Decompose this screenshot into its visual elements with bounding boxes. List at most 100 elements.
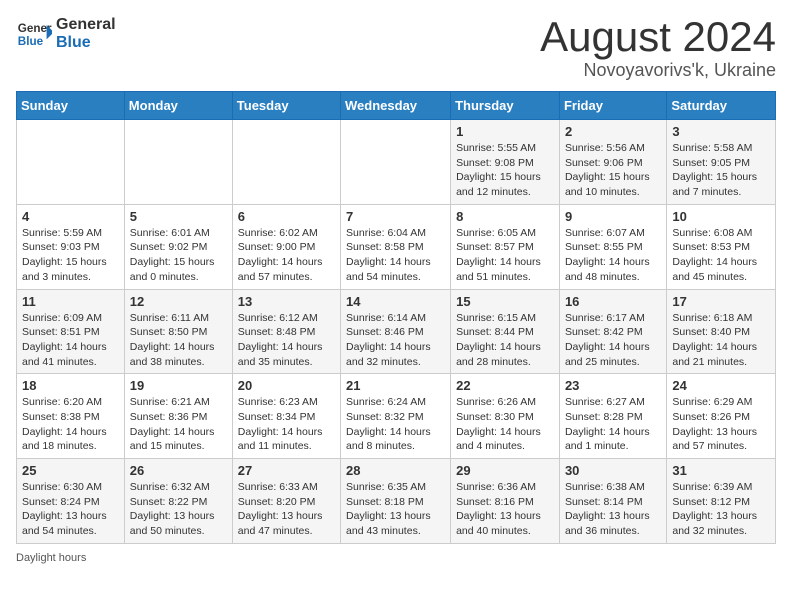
svg-text:Blue: Blue — [18, 35, 44, 48]
day-number: 3 — [672, 124, 770, 139]
table-row: 29 Sunrise: 6:36 AMSunset: 8:16 PMDayligh… — [451, 459, 560, 544]
day-info: Sunrise: 6:20 AMSunset: 8:38 PMDaylight:… — [22, 395, 119, 454]
day-number: 26 — [130, 463, 227, 478]
day-number: 30 — [565, 463, 661, 478]
table-row: 1 Sunrise: 5:55 AMSunset: 9:08 PMDaylight… — [451, 120, 560, 205]
day-number: 24 — [672, 378, 770, 393]
day-number: 16 — [565, 294, 661, 309]
table-row: 17 Sunrise: 6:18 AMSunset: 8:40 PMDayligh… — [667, 289, 776, 374]
table-row: 2Sunrise: 5:56 AMSunset: 9:06 PMDaylight… — [559, 120, 666, 205]
table-row: 25 Sunrise: 6:30 AMSunset: 8:24 PMDayligh… — [17, 459, 125, 544]
day-number: 5 — [130, 209, 227, 224]
table-row: 31Sunrise: 6:39 AMSunset: 8:12 PMDayligh… — [667, 459, 776, 544]
table-row: 20 Sunrise: 6:23 AMSunset: 8:34 PMDayligh… — [232, 374, 340, 459]
day-number: 20 — [238, 378, 335, 393]
day-info: Sunrise: 5:59 AMSunset: 9:03 PMDaylight:… — [22, 226, 119, 285]
logo-icon: General Blue — [16, 16, 52, 52]
day-info: Sunrise: 6:29 AMSunset: 8:26 PMDaylight:… — [672, 395, 770, 454]
page-header: General Blue General Blue August 2024 No… — [16, 16, 776, 81]
day-number: 1 — [456, 124, 554, 139]
calendar-week-2: 4Sunrise: 5:59 AMSunset: 9:03 PMDaylight… — [17, 204, 776, 289]
weekday-header-row: SundayMondayTuesdayWednesdayThursdayFrid… — [17, 92, 776, 120]
calendar-body: 1 Sunrise: 5:55 AMSunset: 9:08 PMDaylight… — [17, 120, 776, 544]
day-info: Sunrise: 6:32 AMSunset: 8:22 PMDaylight:… — [130, 480, 227, 539]
day-number: 21 — [346, 378, 445, 393]
day-info: Sunrise: 6:24 AMSunset: 8:32 PMDaylight:… — [346, 395, 445, 454]
table-row: 19Sunrise: 6:21 AMSunset: 8:36 PMDayligh… — [124, 374, 232, 459]
logo: General Blue General Blue — [16, 16, 116, 52]
daylight-label: Daylight hours — [16, 552, 86, 564]
weekday-header-friday: Friday — [559, 92, 666, 120]
day-info: Sunrise: 6:11 AMSunset: 8:50 PMDaylight:… — [130, 311, 227, 370]
table-row: 4Sunrise: 5:59 AMSunset: 9:03 PMDaylight… — [17, 204, 125, 289]
day-info: Sunrise: 5:56 AMSunset: 9:06 PMDaylight:… — [565, 141, 661, 200]
table-row: 16 Sunrise: 6:17 AMSunset: 8:42 PMDayligh… — [559, 289, 666, 374]
day-number: 18 — [22, 378, 119, 393]
day-info: Sunrise: 6:14 AMSunset: 8:46 PMDaylight:… — [346, 311, 445, 370]
weekday-header-saturday: Saturday — [667, 92, 776, 120]
footer: Daylight hours — [16, 552, 776, 564]
table-row: 7Sunrise: 6:04 AMSunset: 8:58 PMDaylight… — [341, 204, 451, 289]
weekday-header-sunday: Sunday — [17, 92, 125, 120]
day-info: Sunrise: 6:30 AMSunset: 8:24 PMDaylight:… — [22, 480, 119, 539]
day-number: 17 — [672, 294, 770, 309]
table-row: 8 Sunrise: 6:05 AMSunset: 8:57 PMDaylight… — [451, 204, 560, 289]
day-number: 19 — [130, 378, 227, 393]
table-row: 24 Sunrise: 6:29 AMSunset: 8:26 PMDayligh… — [667, 374, 776, 459]
day-info: Sunrise: 6:09 AMSunset: 8:51 PMDaylight:… — [22, 311, 119, 370]
day-number: 8 — [456, 209, 554, 224]
table-row: 11 Sunrise: 6:09 AMSunset: 8:51 PMDayligh… — [17, 289, 125, 374]
day-info: Sunrise: 6:33 AMSunset: 8:20 PMDaylight:… — [238, 480, 335, 539]
table-row: 5Sunrise: 6:01 AMSunset: 9:02 PMDaylight… — [124, 204, 232, 289]
day-info: Sunrise: 6:07 AMSunset: 8:55 PMDaylight:… — [565, 226, 661, 285]
calendar-week-3: 11 Sunrise: 6:09 AMSunset: 8:51 PMDayligh… — [17, 289, 776, 374]
table-row — [232, 120, 340, 205]
day-info: Sunrise: 6:18 AMSunset: 8:40 PMDaylight:… — [672, 311, 770, 370]
weekday-header-thursday: Thursday — [451, 92, 560, 120]
table-row — [124, 120, 232, 205]
table-row: 13Sunrise: 6:12 AMSunset: 8:48 PMDayligh… — [232, 289, 340, 374]
table-row: 14Sunrise: 6:14 AMSunset: 8:46 PMDayligh… — [341, 289, 451, 374]
day-number: 29 — [456, 463, 554, 478]
day-info: Sunrise: 6:17 AMSunset: 8:42 PMDaylight:… — [565, 311, 661, 370]
table-row: 21 Sunrise: 6:24 AMSunset: 8:32 PMDayligh… — [341, 374, 451, 459]
table-row: 9 Sunrise: 6:07 AMSunset: 8:55 PMDaylight… — [559, 204, 666, 289]
day-number: 22 — [456, 378, 554, 393]
day-info: Sunrise: 6:02 AMSunset: 9:00 PMDaylight:… — [238, 226, 335, 285]
day-info: Sunrise: 6:04 AMSunset: 8:58 PMDaylight:… — [346, 226, 445, 285]
day-info: Sunrise: 6:26 AMSunset: 8:30 PMDaylight:… — [456, 395, 554, 454]
day-number: 13 — [238, 294, 335, 309]
day-number: 11 — [22, 294, 119, 309]
day-info: Sunrise: 6:27 AMSunset: 8:28 PMDaylight:… — [565, 395, 661, 454]
table-row — [17, 120, 125, 205]
day-number: 28 — [346, 463, 445, 478]
day-number: 10 — [672, 209, 770, 224]
day-info: Sunrise: 6:23 AMSunset: 8:34 PMDaylight:… — [238, 395, 335, 454]
calendar-header: SundayMondayTuesdayWednesdayThursdayFrid… — [17, 92, 776, 120]
day-info: Sunrise: 5:55 AMSunset: 9:08 PMDaylight:… — [456, 141, 554, 200]
table-row: 3 Sunrise: 5:58 AMSunset: 9:05 PMDaylight… — [667, 120, 776, 205]
title-block: August 2024 Novoyavorivs'k, Ukraine — [540, 16, 776, 81]
weekday-header-monday: Monday — [124, 92, 232, 120]
table-row: 18 Sunrise: 6:20 AMSunset: 8:38 PMDayligh… — [17, 374, 125, 459]
weekday-header-tuesday: Tuesday — [232, 92, 340, 120]
day-info: Sunrise: 6:36 AMSunset: 8:16 PMDaylight:… — [456, 480, 554, 539]
day-info: Sunrise: 5:58 AMSunset: 9:05 PMDaylight:… — [672, 141, 770, 200]
title-month: August 2024 — [540, 16, 776, 58]
day-info: Sunrise: 6:39 AMSunset: 8:12 PMDaylight:… — [672, 480, 770, 539]
calendar-week-1: 1 Sunrise: 5:55 AMSunset: 9:08 PMDaylight… — [17, 120, 776, 205]
table-row: 27 Sunrise: 6:33 AMSunset: 8:20 PMDayligh… — [232, 459, 340, 544]
table-row: 6 Sunrise: 6:02 AMSunset: 9:00 PMDaylight… — [232, 204, 340, 289]
table-row — [341, 120, 451, 205]
day-number: 6 — [238, 209, 335, 224]
day-info: Sunrise: 6:05 AMSunset: 8:57 PMDaylight:… — [456, 226, 554, 285]
day-number: 9 — [565, 209, 661, 224]
day-number: 25 — [22, 463, 119, 478]
day-info: Sunrise: 6:15 AMSunset: 8:44 PMDaylight:… — [456, 311, 554, 370]
table-row: 15Sunrise: 6:15 AMSunset: 8:44 PMDayligh… — [451, 289, 560, 374]
table-row: 23Sunrise: 6:27 AMSunset: 8:28 PMDayligh… — [559, 374, 666, 459]
table-row: 30Sunrise: 6:38 AMSunset: 8:14 PMDayligh… — [559, 459, 666, 544]
day-number: 27 — [238, 463, 335, 478]
table-row: 22 Sunrise: 6:26 AMSunset: 8:30 PMDayligh… — [451, 374, 560, 459]
day-info: Sunrise: 6:35 AMSunset: 8:18 PMDaylight:… — [346, 480, 445, 539]
